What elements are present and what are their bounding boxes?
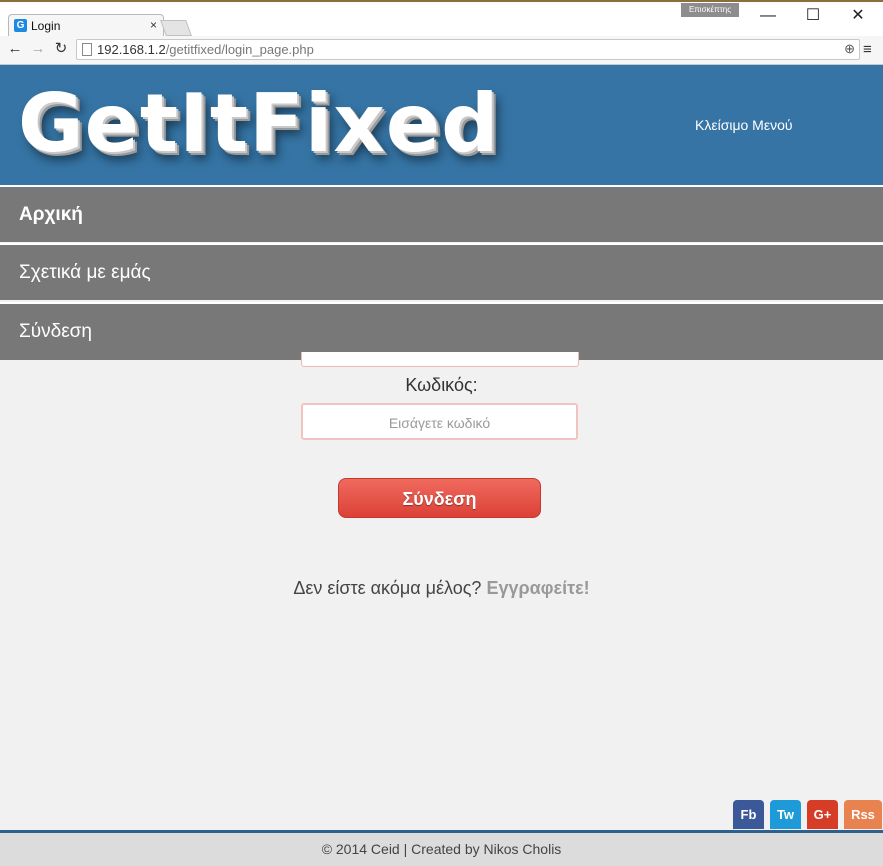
signup-prompt: Δεν είστε ακόμα μέλος? Εγγραφείτε! <box>0 578 883 599</box>
facebook-button[interactable]: Fb <box>733 800 764 829</box>
address-bar[interactable]: 192.168.1.2/getitfixed/login_page.php ⊕ <box>76 39 860 60</box>
signup-text: Δεν είστε ακόμα μέλος? <box>293 578 487 598</box>
nav-item-label: Αρχική <box>19 204 83 225</box>
site-footer: © 2014 Ceid | Created by Nikos Cholis <box>0 830 883 866</box>
reload-icon[interactable]: ↻ <box>52 40 70 58</box>
browser-menu-icon[interactable]: ≡ <box>863 41 877 58</box>
new-tab-button[interactable] <box>160 20 192 36</box>
username-input[interactable] <box>301 352 579 367</box>
tab-close-icon[interactable]: × <box>150 18 157 32</box>
password-label: Κωδικός: <box>405 375 478 395</box>
password-input[interactable]: Εισάγετε κωδικό <box>301 403 578 440</box>
nav-item-label: Σχετικά με εμάς <box>19 262 151 283</box>
login-button[interactable]: Σύνδεση <box>338 478 541 518</box>
url-host: 192.168.1.2 <box>97 42 166 57</box>
tab-title: Login <box>31 19 61 33</box>
forward-icon[interactable]: → <box>29 40 47 58</box>
twitter-button[interactable]: Tw <box>770 800 801 829</box>
nav-item-label: Σύνδεση <box>19 321 92 342</box>
close-menu-link[interactable]: Κλείσιμο Μενού <box>695 117 793 133</box>
browser-tab[interactable]: G Login × <box>8 14 164 37</box>
footer-text: © 2014 Ceid | Created by Nikos Cholis <box>321 841 562 857</box>
page-icon <box>82 43 92 56</box>
signup-link[interactable]: Εγγραφείτε! <box>486 578 589 598</box>
browser-titlebar: G Login × Επισκέπτης — ☐ ✕ <box>0 0 883 37</box>
zoom-icon[interactable]: ⊕ <box>844 41 855 57</box>
maximize-button[interactable]: ☐ <box>793 6 833 26</box>
titlebar-edge <box>0 0 883 2</box>
profile-badge[interactable]: Επισκέπτης <box>681 3 739 17</box>
back-icon[interactable]: ← <box>6 40 24 58</box>
close-window-button[interactable]: ✕ <box>838 6 878 26</box>
nav-item-about[interactable]: Σχετικά με εμάς <box>0 243 883 300</box>
password-placeholder: Εισάγετε κωδικό <box>388 415 491 431</box>
rss-button[interactable]: Rss <box>844 800 882 829</box>
site-header: GetItFixed Κλείσιμο Μενού <box>0 65 883 185</box>
nav-item-home[interactable]: Αρχική <box>0 185 883 242</box>
site-logo[interactable]: GetItFixed <box>18 79 499 169</box>
minimize-button[interactable]: — <box>748 6 788 26</box>
googleplus-button[interactable]: G+ <box>807 800 838 829</box>
favicon-icon: G <box>14 19 27 32</box>
url-text[interactable]: 192.168.1.2/getitfixed/login_page.php <box>97 42 314 57</box>
url-path: /getitfixed/login_page.php <box>165 42 314 57</box>
browser-toolbar: ← → ↻ 192.168.1.2/getitfixed/login_page.… <box>0 36 883 65</box>
